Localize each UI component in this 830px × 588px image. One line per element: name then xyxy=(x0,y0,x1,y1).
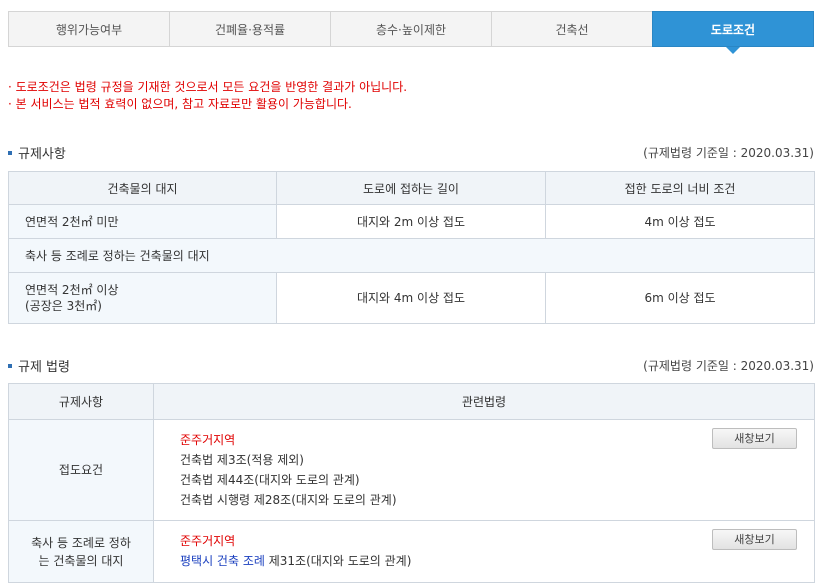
column-header: 관련법령 xyxy=(153,383,815,420)
section-title-text: 규제사항 xyxy=(18,147,66,162)
law-link[interactable]: 건축법 제3조(적용 제외) xyxy=(180,450,798,470)
table-row: 축사 등 조례로 정하 는 건축물의 대지 준주거지역 평택시 건축 조례 제3… xyxy=(8,520,815,583)
section-title-regulation: 규제사항 xyxy=(8,143,66,162)
notice-box: 도로조건은 법령 규정을 기재한 것으로서 모든 요건을 반영한 결과가 아닙니… xyxy=(8,79,407,113)
site-cell: 연면적 2천㎡ 이상 (공장은 3천㎡) xyxy=(8,272,277,324)
length-cell: 대지와 2m 이상 접도 xyxy=(276,204,546,239)
item-line: 축사 등 조례로 정하 xyxy=(31,535,131,550)
law-link[interactable]: 건축법 제44조(대지와 도로의 관계) xyxy=(180,470,798,490)
length-cell: 대지와 4m 이상 접도 xyxy=(276,272,546,324)
tab-coverage-ratio[interactable]: 건폐율·용적률 xyxy=(170,12,331,46)
table-row: 접도요건 준주거지역 건축법 제3조(적용 제외) 건축법 제44조(대지와 도… xyxy=(8,419,815,521)
regulation-table: 건축물의 대지 도로에 접하는 길이 접한 도로의 너비 조건 연면적 2천㎡ … xyxy=(8,171,815,324)
tab-permission[interactable]: 행위가능여부 xyxy=(9,12,170,46)
related-laws-cell: 준주거지역 평택시 건축 조례 제31조(대지와 도로의 관계) 새창보기 xyxy=(153,520,815,583)
laws-table: 규제사항 관련법령 접도요건 준주거지역 건축법 제3조(적용 제외) 건축법 … xyxy=(8,383,815,583)
table-row: 연면적 2천㎡ 이상 (공장은 3천㎡) 대지와 4m 이상 접도 6m 이상 … xyxy=(8,272,815,324)
table-header-row: 규제사항 관련법령 xyxy=(8,383,815,420)
site-cell: 연면적 2천㎡ 미만 xyxy=(8,204,277,239)
tab-road-conditions[interactable]: 도로조건 xyxy=(652,11,814,54)
zone-label: 준주거지역 xyxy=(180,433,236,447)
law-link[interactable]: 평택시 건축 조례 제31조(대지와 도로의 관계) xyxy=(180,551,798,571)
table-row: 축사 등 조례로 정하는 건축물의 대지 xyxy=(8,238,815,273)
new-window-button[interactable]: 새창보기 xyxy=(712,529,797,550)
standard-date: (규제법령 기준일 : 2020.03.31) xyxy=(643,146,814,160)
tab-building-line[interactable]: 건축선 xyxy=(492,12,653,46)
ordinance-article: 제31조(대지와 도로의 관계) xyxy=(264,554,412,568)
table-row: 연면적 2천㎡ 미만 대지와 2m 이상 접도 4m 이상 접도 xyxy=(8,204,815,239)
item-line: 는 건축물의 대지 xyxy=(38,553,124,568)
column-header: 규제사항 xyxy=(8,383,154,420)
width-cell: 6m 이상 접도 xyxy=(545,272,815,324)
regulation-item-cell: 접도요건 xyxy=(8,419,154,521)
column-header: 접한 도로의 너비 조건 xyxy=(545,171,815,205)
standard-date: (규제법령 기준일 : 2020.03.31) xyxy=(643,359,814,373)
related-laws-cell: 준주거지역 건축법 제3조(적용 제외) 건축법 제44조(대지와 도로의 관계… xyxy=(153,419,815,521)
site-line: (공장은 3천㎡) xyxy=(25,299,102,313)
tab-bar: 행위가능여부 건폐율·용적률 층수·높이제한 건축선 도로조건 xyxy=(8,11,814,54)
column-header: 도로에 접하는 길이 xyxy=(276,171,546,205)
tab-height-limit[interactable]: 층수·높이제한 xyxy=(331,12,492,46)
site-line: 연면적 2천㎡ 이상 xyxy=(25,283,119,297)
notice-line: 본 서비스는 법적 효력이 없으며, 참고 자료로만 활용이 가능합니다. xyxy=(8,96,407,113)
new-window-button[interactable]: 새창보기 xyxy=(712,428,797,449)
width-cell: 4m 이상 접도 xyxy=(545,204,815,239)
section-title-text: 규제 법령 xyxy=(18,360,70,375)
site-cell: 축사 등 조례로 정하는 건축물의 대지 xyxy=(8,238,815,273)
regulation-item-cell: 축사 등 조례로 정하 는 건축물의 대지 xyxy=(8,520,154,583)
table-header-row: 건축물의 대지 도로에 접하는 길이 접한 도로의 너비 조건 xyxy=(8,171,815,205)
ordinance-name[interactable]: 평택시 건축 조례 xyxy=(180,554,265,568)
zone-label: 준주거지역 xyxy=(180,534,236,548)
notice-line: 도로조건은 법령 규정을 기재한 것으로서 모든 요건을 반영한 결과가 아닙니… xyxy=(8,79,407,96)
section-title-laws: 규제 법령 xyxy=(8,356,70,375)
column-header: 건축물의 대지 xyxy=(8,171,277,205)
law-link[interactable]: 건축법 시행령 제28조(대지와 도로의 관계) xyxy=(180,490,798,510)
bullet-square-icon xyxy=(8,150,12,155)
bullet-square-icon xyxy=(8,363,12,368)
